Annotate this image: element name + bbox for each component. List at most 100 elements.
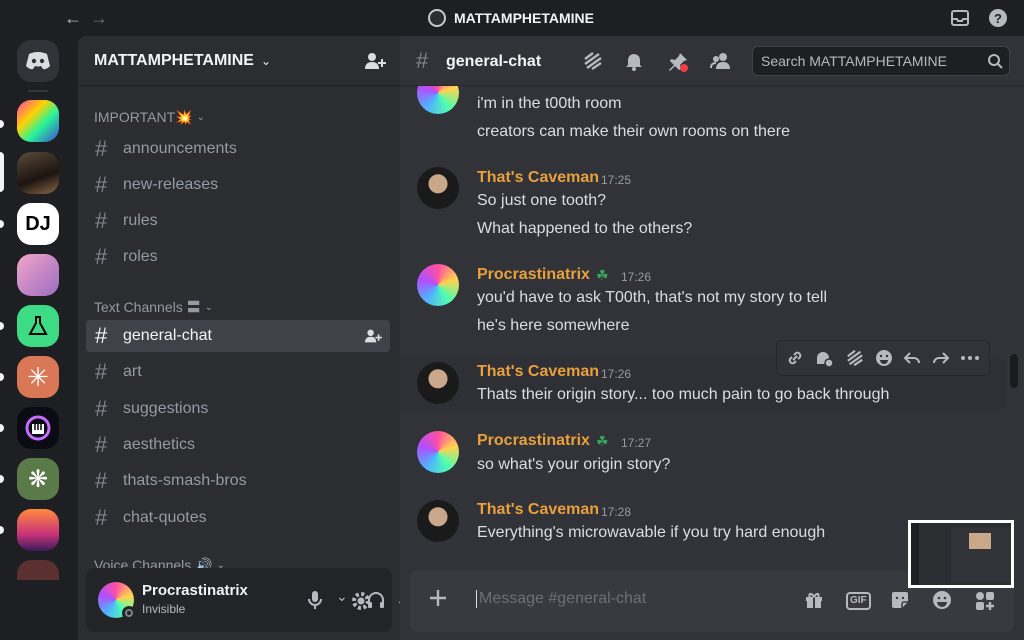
avatar[interactable]: [417, 431, 459, 473]
hash-icon: #: [95, 323, 108, 348]
apps-icon[interactable]: [974, 590, 996, 612]
help-icon[interactable]: ?: [988, 8, 1008, 28]
settings-gear-icon[interactable]: [350, 590, 372, 612]
channel-art[interactable]: # art: [86, 356, 390, 388]
back-arrow-icon[interactable]: ←: [64, 8, 82, 29]
hash-icon: #: [95, 396, 108, 421]
hash-icon: #: [95, 244, 108, 269]
category-label: Text Channels 〓: [94, 299, 201, 315]
notification-bell-icon[interactable]: [624, 51, 644, 71]
dj-label: DJ: [25, 212, 51, 235]
screenshot-thumbnail[interactable]: [908, 520, 1014, 588]
unread-pill: [0, 220, 4, 228]
super-reaction-icon[interactable]: [814, 349, 835, 367]
channel-thats-smash-bros[interactable]: # thats-smash-bros: [86, 465, 390, 497]
server-icon-asterisk[interactable]: ✳: [17, 356, 59, 398]
server-icon-headphones[interactable]: [17, 407, 59, 449]
attach-plus-icon[interactable]: [426, 586, 450, 610]
message-text: Thats their origin story... too much pai…: [477, 386, 890, 403]
search-box[interactable]: [752, 46, 1010, 76]
message-author[interactable]: Procrastinatrix ☘: [477, 266, 609, 284]
category-text-channels[interactable]: Text Channels 〓 ⌄: [94, 297, 213, 317]
author-name[interactable]: That's Caveman: [477, 501, 599, 519]
message-author[interactable]: That's Caveman: [477, 501, 599, 519]
channel-chat-quotes[interactable]: # chat-quotes: [86, 502, 390, 534]
scrollbar-thumb[interactable]: [1010, 354, 1018, 388]
server-list: DJ ✳ ❋: [0, 36, 76, 640]
server-icon-mattamphetamine[interactable]: [17, 152, 59, 194]
channel-general-chat[interactable]: # general-chat: [86, 320, 390, 352]
invite-people-icon[interactable]: [364, 51, 386, 71]
channel-label: new-releases: [123, 176, 219, 193]
avatar[interactable]: [417, 264, 459, 306]
sticker-icon[interactable]: [890, 590, 910, 610]
channel-label: thats-smash-bros: [123, 472, 247, 489]
author-name[interactable]: That's Caveman: [477, 363, 599, 381]
message-author[interactable]: Procrastinatrix ☘: [477, 432, 609, 450]
server-icon-snowflake[interactable]: ❋: [17, 458, 59, 500]
server-icon-dj[interactable]: DJ: [17, 203, 59, 245]
copy-link-icon[interactable]: [786, 349, 804, 367]
category-important[interactable]: IMPORTANT💥 ⌄: [94, 109, 205, 126]
author-name[interactable]: That's Caveman: [477, 169, 599, 187]
server-icon-partial[interactable]: [17, 560, 59, 580]
server-name: MATTAMPHETAMINE: [94, 52, 254, 69]
forward-icon[interactable]: [932, 349, 950, 367]
microphone-icon[interactable]: [306, 590, 324, 610]
message-actions-toolbar: [776, 340, 990, 376]
message-input[interactable]: [476, 590, 776, 608]
message-author[interactable]: That's Caveman: [477, 169, 599, 187]
discord-home-icon[interactable]: [17, 40, 59, 82]
channel-announcements[interactable]: # announcements: [86, 133, 390, 165]
divider: [28, 90, 48, 92]
channel-suggestions[interactable]: # suggestions: [86, 393, 390, 425]
member-list-icon[interactable]: [710, 51, 732, 71]
more-options-icon[interactable]: [960, 355, 980, 361]
pinned-messages-icon[interactable]: [667, 51, 689, 73]
gif-button[interactable]: GIF: [846, 592, 871, 610]
hash-icon: #: [95, 505, 108, 530]
inbox-icon[interactable]: [950, 8, 970, 28]
message-text: creators can make their own rooms on the…: [477, 123, 791, 140]
message-timestamp: 17:28: [601, 505, 632, 519]
chevron-down-icon: ⌄: [261, 54, 272, 68]
user-status: Invisible: [142, 602, 186, 616]
server-icon-sunset[interactable]: [17, 509, 59, 551]
category-label: IMPORTANT💥: [94, 109, 193, 125]
unread-pill: [0, 120, 4, 128]
channel-new-releases[interactable]: # new-releases: [86, 169, 390, 201]
unread-pill: [0, 475, 4, 483]
username[interactable]: Procrastinatrix: [142, 582, 248, 599]
message-timestamp: 17:25: [601, 173, 632, 187]
avatar[interactable]: [417, 86, 459, 114]
gift-icon[interactable]: [804, 590, 824, 610]
emoji-icon[interactable]: [932, 590, 952, 610]
avatar[interactable]: [417, 362, 459, 404]
channel-aesthetics[interactable]: # aesthetics: [86, 429, 390, 461]
message-text: you'd have to ask T00th, that's not my s…: [477, 289, 827, 306]
message-author[interactable]: That's Caveman: [477, 363, 599, 381]
server-icon-4[interactable]: [17, 254, 59, 296]
channel-roles[interactable]: # roles: [86, 241, 390, 273]
forward-arrow-icon[interactable]: →: [90, 8, 108, 29]
message-text: so what's your origin story?: [477, 456, 671, 473]
threads-icon[interactable]: [582, 51, 604, 71]
svg-text:?: ?: [994, 11, 1002, 26]
avatar[interactable]: [417, 167, 459, 209]
author-name[interactable]: Procrastinatrix: [477, 432, 590, 450]
server-header[interactable]: MATTAMPHETAMINE ⌄: [78, 36, 400, 86]
chevron-down-icon[interactable]: ⌄: [336, 588, 348, 605]
server-icon-flask[interactable]: [17, 305, 59, 347]
reply-icon[interactable]: [903, 349, 921, 367]
hash-icon: #: [95, 359, 108, 384]
add-reaction-icon[interactable]: [875, 349, 893, 367]
channel-rules[interactable]: # rules: [86, 205, 390, 237]
create-thread-icon[interactable]: [845, 349, 865, 367]
thumbnail-preview: [911, 523, 1011, 585]
server-icon-1[interactable]: [17, 100, 59, 142]
clover-badge-icon: ☘: [595, 266, 609, 283]
search-input[interactable]: [761, 53, 981, 69]
avatar[interactable]: [417, 500, 459, 542]
author-name[interactable]: Procrastinatrix: [477, 266, 590, 284]
create-invite-icon[interactable]: [364, 328, 382, 344]
